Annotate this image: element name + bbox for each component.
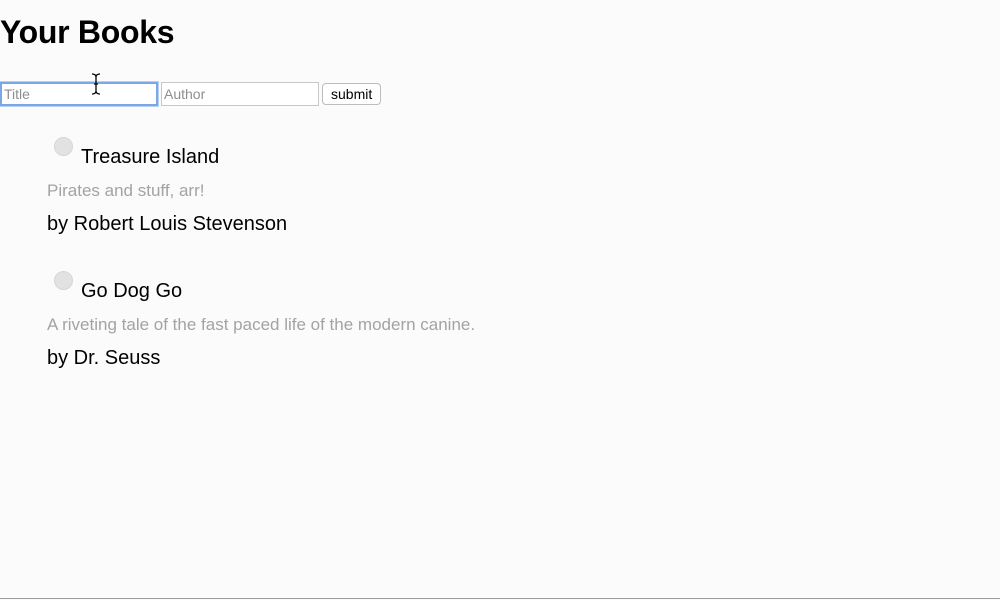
book-select-radio[interactable] <box>54 137 73 156</box>
add-book-form: submit <box>0 82 382 106</box>
book-description: Pirates and stuff, arr! <box>47 181 205 200</box>
author-input[interactable] <box>161 82 319 106</box>
book-description: A riveting tale of the fast paced life o… <box>47 315 476 334</box>
page-title: Your Books <box>0 14 175 50</box>
book-author: by Dr. Seuss <box>47 347 161 369</box>
book-author: by Robert Louis Stevenson <box>47 213 288 235</box>
text-cursor-icon <box>91 73 101 95</box>
page: Your Books submit Treasure Island Pirate… <box>0 0 1000 599</box>
book-title: Treasure Island <box>81 146 220 168</box>
book-title: Go Dog Go <box>81 280 183 302</box>
title-input[interactable] <box>0 82 158 106</box>
submit-button[interactable]: submit <box>322 83 382 105</box>
book-select-radio[interactable] <box>54 271 73 290</box>
